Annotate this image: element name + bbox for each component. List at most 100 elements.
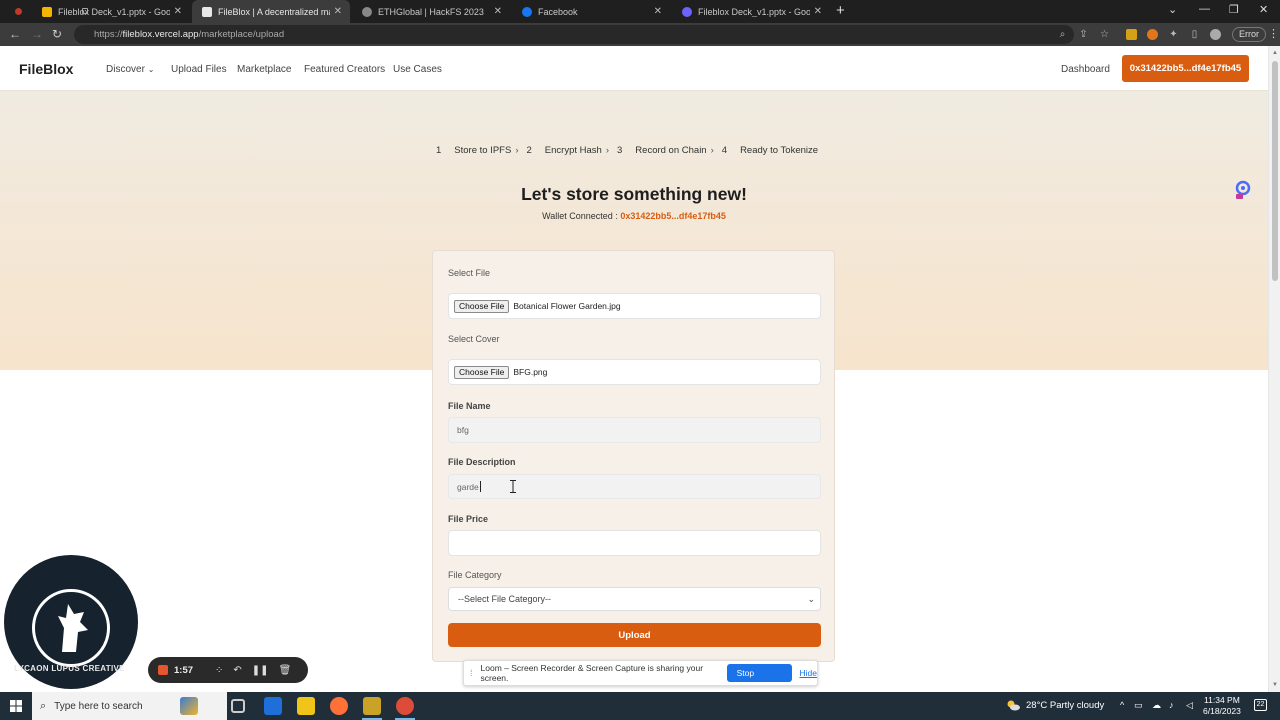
- browser-tab[interactable]: Facebook ✕: [512, 0, 670, 23]
- file-name-value: bfg: [457, 425, 469, 435]
- tab-title: FileBlox | A decentralized market: [218, 6, 330, 17]
- select-cover-input[interactable]: Choose File BFG.png: [448, 359, 821, 385]
- close-icon[interactable]: ✕: [654, 6, 662, 17]
- browser-tab[interactable]: Fileblox Deck_v1.pptx - Google S ✕: [32, 0, 190, 23]
- extension-icon[interactable]: [1126, 29, 1137, 40]
- nav-discover[interactable]: Discover ⌄: [106, 64, 154, 75]
- volume-icon[interactable]: ◁: [1186, 700, 1193, 711]
- scroll-down-icon[interactable]: ▼: [1272, 682, 1278, 688]
- share-icon[interactable]: ⇪: [1078, 29, 1089, 40]
- hide-link[interactable]: Hide: [800, 668, 817, 678]
- wallet-address-button[interactable]: 0x31422bb5...df4e17fb45: [1122, 55, 1249, 82]
- nav-dashboard[interactable]: Dashboard: [1061, 64, 1110, 75]
- search-highlight-icon[interactable]: [180, 697, 198, 715]
- browser-tab[interactable]: ETHGlobal | HackFS 2023 ✕: [352, 0, 510, 23]
- close-icon[interactable]: ✕: [334, 6, 342, 17]
- choose-file-button[interactable]: Choose File: [454, 299, 510, 313]
- file-name-input[interactable]: bfg: [448, 417, 821, 443]
- file-price-input[interactable]: [448, 530, 821, 556]
- close-icon[interactable]: ✕: [494, 6, 502, 17]
- address-bar[interactable]: https://fileblox.vercel.app/marketplace/…: [74, 25, 1074, 44]
- file-description-input[interactable]: garde: [448, 474, 821, 499]
- back-icon[interactable]: ←: [9, 27, 21, 41]
- wallet-connected-address: 0x31422bb5...df4e17fb45: [620, 211, 726, 221]
- profile-avatar[interactable]: [1210, 29, 1221, 40]
- network-icon[interactable]: ▭: [1134, 700, 1143, 711]
- chevron-right-icon: ›: [515, 144, 519, 156]
- chrome-icon[interactable]: [396, 697, 414, 715]
- facebook-icon: [522, 6, 532, 17]
- sticky-notes-icon[interactable]: [363, 697, 381, 715]
- windows-taskbar: ⌕ Type here to search 28°C Partly cloudy…: [0, 692, 1280, 720]
- undo-icon[interactable]: ↶: [233, 665, 241, 676]
- step-number: 4: [721, 144, 728, 156]
- bookmark-star-icon[interactable]: ☆: [1099, 29, 1110, 40]
- nav-marketplace[interactable]: Marketplace: [237, 64, 291, 75]
- zoom-icon[interactable]: ⌕: [1057, 29, 1068, 40]
- minimize-icon[interactable]: —: [1199, 3, 1210, 15]
- upload-steps-breadcrumb: 1 Store to IPFS › 2 Encrypt Hash › 3 Rec…: [436, 144, 822, 156]
- microsoft-store-icon[interactable]: [264, 697, 282, 715]
- drag-grid-icon[interactable]: ⁘: [215, 665, 223, 676]
- file-explorer-icon[interactable]: [297, 697, 315, 715]
- taskbar-clock[interactable]: 11:34 PM 6/18/2023: [1203, 695, 1241, 717]
- task-view-icon[interactable]: [231, 699, 245, 713]
- stop-sharing-button[interactable]: Stop sharing: [726, 664, 792, 696]
- page-scrollbar[interactable]: ▲ ▼: [1268, 46, 1280, 692]
- google-slides-icon: [42, 6, 52, 17]
- tab-title: Fileblox Deck_v1.pptx - Google S: [58, 6, 170, 17]
- close-icon[interactable]: ✕: [814, 6, 822, 17]
- loom-recording-controls: 1:57 ⁘ ↶ ❚❚ 🗑: [148, 657, 308, 683]
- step-label: Record on Chain: [635, 144, 707, 156]
- forward-icon[interactable]: →: [31, 27, 43, 41]
- nav-use-cases[interactable]: Use Cases: [393, 64, 442, 75]
- upload-button[interactable]: Upload: [448, 623, 821, 647]
- reload-icon[interactable]: ↻: [52, 27, 62, 41]
- onedrive-cloud-icon[interactable]: ☁: [1152, 700, 1161, 711]
- stop-recording-icon[interactable]: [158, 665, 168, 675]
- drag-handle-icon[interactable]: ⁞: [470, 668, 473, 678]
- window-close-icon[interactable]: ✕: [1259, 3, 1268, 16]
- notification-center-icon[interactable]: 22: [1254, 699, 1267, 711]
- file-price-label: File Price: [448, 514, 489, 524]
- scroll-thumb[interactable]: [1272, 61, 1278, 281]
- ethglobal-icon: [362, 6, 372, 17]
- firefox-icon[interactable]: [330, 697, 348, 715]
- nav-upload-files[interactable]: Upload Files: [171, 64, 227, 75]
- loom-avatar-label: LYCAON LUPUS CREATIVE: [14, 664, 125, 673]
- close-icon[interactable]: ✕: [174, 6, 182, 17]
- share-notification-text: Loom – Screen Recorder & Screen Capture …: [480, 663, 704, 683]
- file-description-label: File Description: [448, 457, 516, 467]
- nav-featured-creators[interactable]: Featured Creators: [304, 64, 385, 75]
- weather-widget[interactable]: 28°C Partly cloudy: [1006, 700, 1104, 711]
- show-hidden-icons-icon[interactable]: ^: [1120, 700, 1124, 710]
- microphone-icon[interactable]: ♪: [1169, 700, 1174, 710]
- step-number: 2: [526, 144, 532, 156]
- step-label: Store to IPFS: [454, 144, 512, 156]
- tab-search-icon[interactable]: ⌄: [1168, 3, 1177, 16]
- select-file-label: Select File: [448, 268, 491, 278]
- nav-discover-label: Discover: [106, 64, 145, 75]
- profile-error-badge[interactable]: Error: [1232, 27, 1266, 42]
- lock-icon[interactable]: [82, 8, 88, 14]
- choose-cover-button[interactable]: Choose File: [454, 365, 510, 379]
- extensions-puzzle-icon[interactable]: ✦: [1168, 29, 1179, 40]
- browser-tab[interactable]: Fileblox Deck_v1.pptx - Google S ✕: [672, 0, 830, 23]
- windows-start-icon[interactable]: [10, 700, 22, 712]
- weather-text: 28°C Partly cloudy: [1026, 700, 1105, 711]
- browser-menu-icon[interactable]: ⋮: [1268, 27, 1279, 40]
- site-header: FileBlox Discover ⌄ Upload Files Marketp…: [0, 46, 1268, 91]
- clock-date: 6/18/2023: [1203, 706, 1241, 716]
- assistant-widget-icon[interactable]: [1234, 180, 1252, 200]
- file-category-select[interactable]: --Select File Category-- ⌄: [448, 587, 821, 611]
- metamask-icon[interactable]: [1147, 29, 1158, 40]
- new-tab-icon[interactable]: +: [836, 2, 845, 19]
- browser-tab-active[interactable]: FileBlox | A decentralized market ✕: [192, 0, 350, 23]
- site-logo[interactable]: FileBlox: [19, 61, 73, 77]
- restore-icon[interactable]: ❐: [1229, 3, 1239, 16]
- trash-icon[interactable]: 🗑: [279, 665, 292, 676]
- scroll-up-icon[interactable]: ▲: [1272, 50, 1278, 56]
- select-file-input[interactable]: Choose File Botanical Flower Garden.jpg: [448, 293, 821, 319]
- side-panel-icon[interactable]: ▯: [1189, 29, 1200, 40]
- pause-icon[interactable]: ❚❚: [252, 665, 269, 676]
